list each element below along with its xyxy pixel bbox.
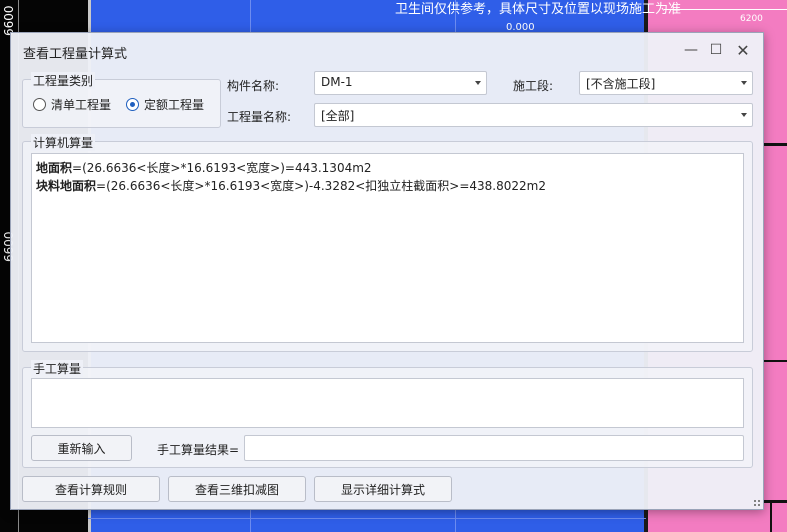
manual-calc-group: 手工算量 重新输入 手工算量结果= [22,360,753,468]
quantity-name-select[interactable]: [全部] [314,103,753,127]
cad-note-text: 卫生间仅供参考，具体尺寸及位置以现场施工为准 [395,2,682,17]
calc-line-name: 地面积 [36,161,73,175]
component-name-select[interactable]: DM-1 [314,71,487,95]
radio-label: 清单工程量 [51,98,112,112]
cad-wall-line [770,500,772,532]
maximize-icon[interactable]: ☐ [702,39,730,61]
quantity-category-legend: 工程量类别 [31,72,96,89]
radio-checked-icon[interactable] [126,98,139,111]
view-calc-rules-button[interactable]: 查看计算规则 [22,476,160,502]
close-icon[interactable]: ✕ [729,39,757,61]
radio-quota-quantity[interactable]: 定额工程量 [126,96,204,113]
cad-grid-line [250,510,251,532]
manual-calc-legend: 手工算量 [31,360,84,377]
computer-calc-group: 计算机算量 地面积=(26.6636<长度>*16.6193<宽度>)=443.… [22,134,753,352]
dialog-titlebar[interactable]: 查看工程量计算式 — ☐ ✕ [11,33,763,69]
dialog-title: 查看工程量计算式 [23,47,128,62]
cad-grid-line [88,518,646,519]
cad-wall-line [764,143,787,146]
calc-line-name: 块料地面积 [36,179,97,193]
construction-stage-label: 施工段: [513,79,554,93]
component-name-value: DM-1 [321,75,353,89]
cad-dimension-text: 6200 [740,14,763,24]
quantity-category-group: 工程量类别 清单工程量 定额工程量 [22,72,221,128]
calc-line: 块料地面积=(26.6636<长度>*16.6193<宽度>)-4.3282<扣… [36,177,739,195]
chevron-down-icon [741,113,747,117]
radio-unchecked-icon[interactable] [33,98,46,111]
view-3d-deduction-button[interactable]: 查看三维扣减图 [168,476,306,502]
radio-bill-quantity[interactable]: 清单工程量 [33,96,111,113]
reenter-button[interactable]: 重新输入 [31,435,132,461]
calc-line: 地面积=(26.6636<长度>*16.6193<宽度>)=443.1304m2 [36,159,739,177]
minimize-icon[interactable]: — [677,39,705,61]
quantity-name-label: 工程量名称: [227,110,292,124]
cad-dimension-line [664,9,787,10]
calc-line-formula: =(26.6636<长度>*16.6193<宽度>)=443.1304m2 [72,161,372,175]
resize-grip-icon[interactable] [753,499,761,507]
manual-calc-textarea[interactable] [31,378,744,428]
manual-result-input[interactable] [244,435,744,461]
manual-result-label: 手工算量结果= [157,443,240,457]
chevron-down-icon [475,81,481,85]
radio-label: 定额工程量 [144,98,205,112]
construction-stage-select[interactable]: [不含施工段] [579,71,753,95]
quantity-name-value: [全部] [321,109,355,123]
cad-grid-line [455,510,456,532]
cad-grid-line [250,0,251,32]
computer-calc-textarea[interactable]: 地面积=(26.6636<长度>*16.6193<宽度>)=443.1304m2… [31,153,744,343]
component-name-label: 构件名称: [227,79,280,93]
show-detail-formula-button[interactable]: 显示详细计算式 [314,476,452,502]
quantity-formula-dialog: 查看工程量计算式 — ☐ ✕ 工程量类别 清单工程量 定额工程量 构件名称: D… [10,32,764,510]
calc-line-formula: =(26.6636<长度>*16.6193<宽度>)-4.3282<扣独立柱截面… [96,179,546,193]
cad-wall-line [764,360,787,362]
chevron-down-icon [741,81,747,85]
computer-calc-legend: 计算机算量 [31,134,96,151]
cad-wall-line [764,500,787,503]
construction-stage-value: [不含施工段] [586,77,656,91]
